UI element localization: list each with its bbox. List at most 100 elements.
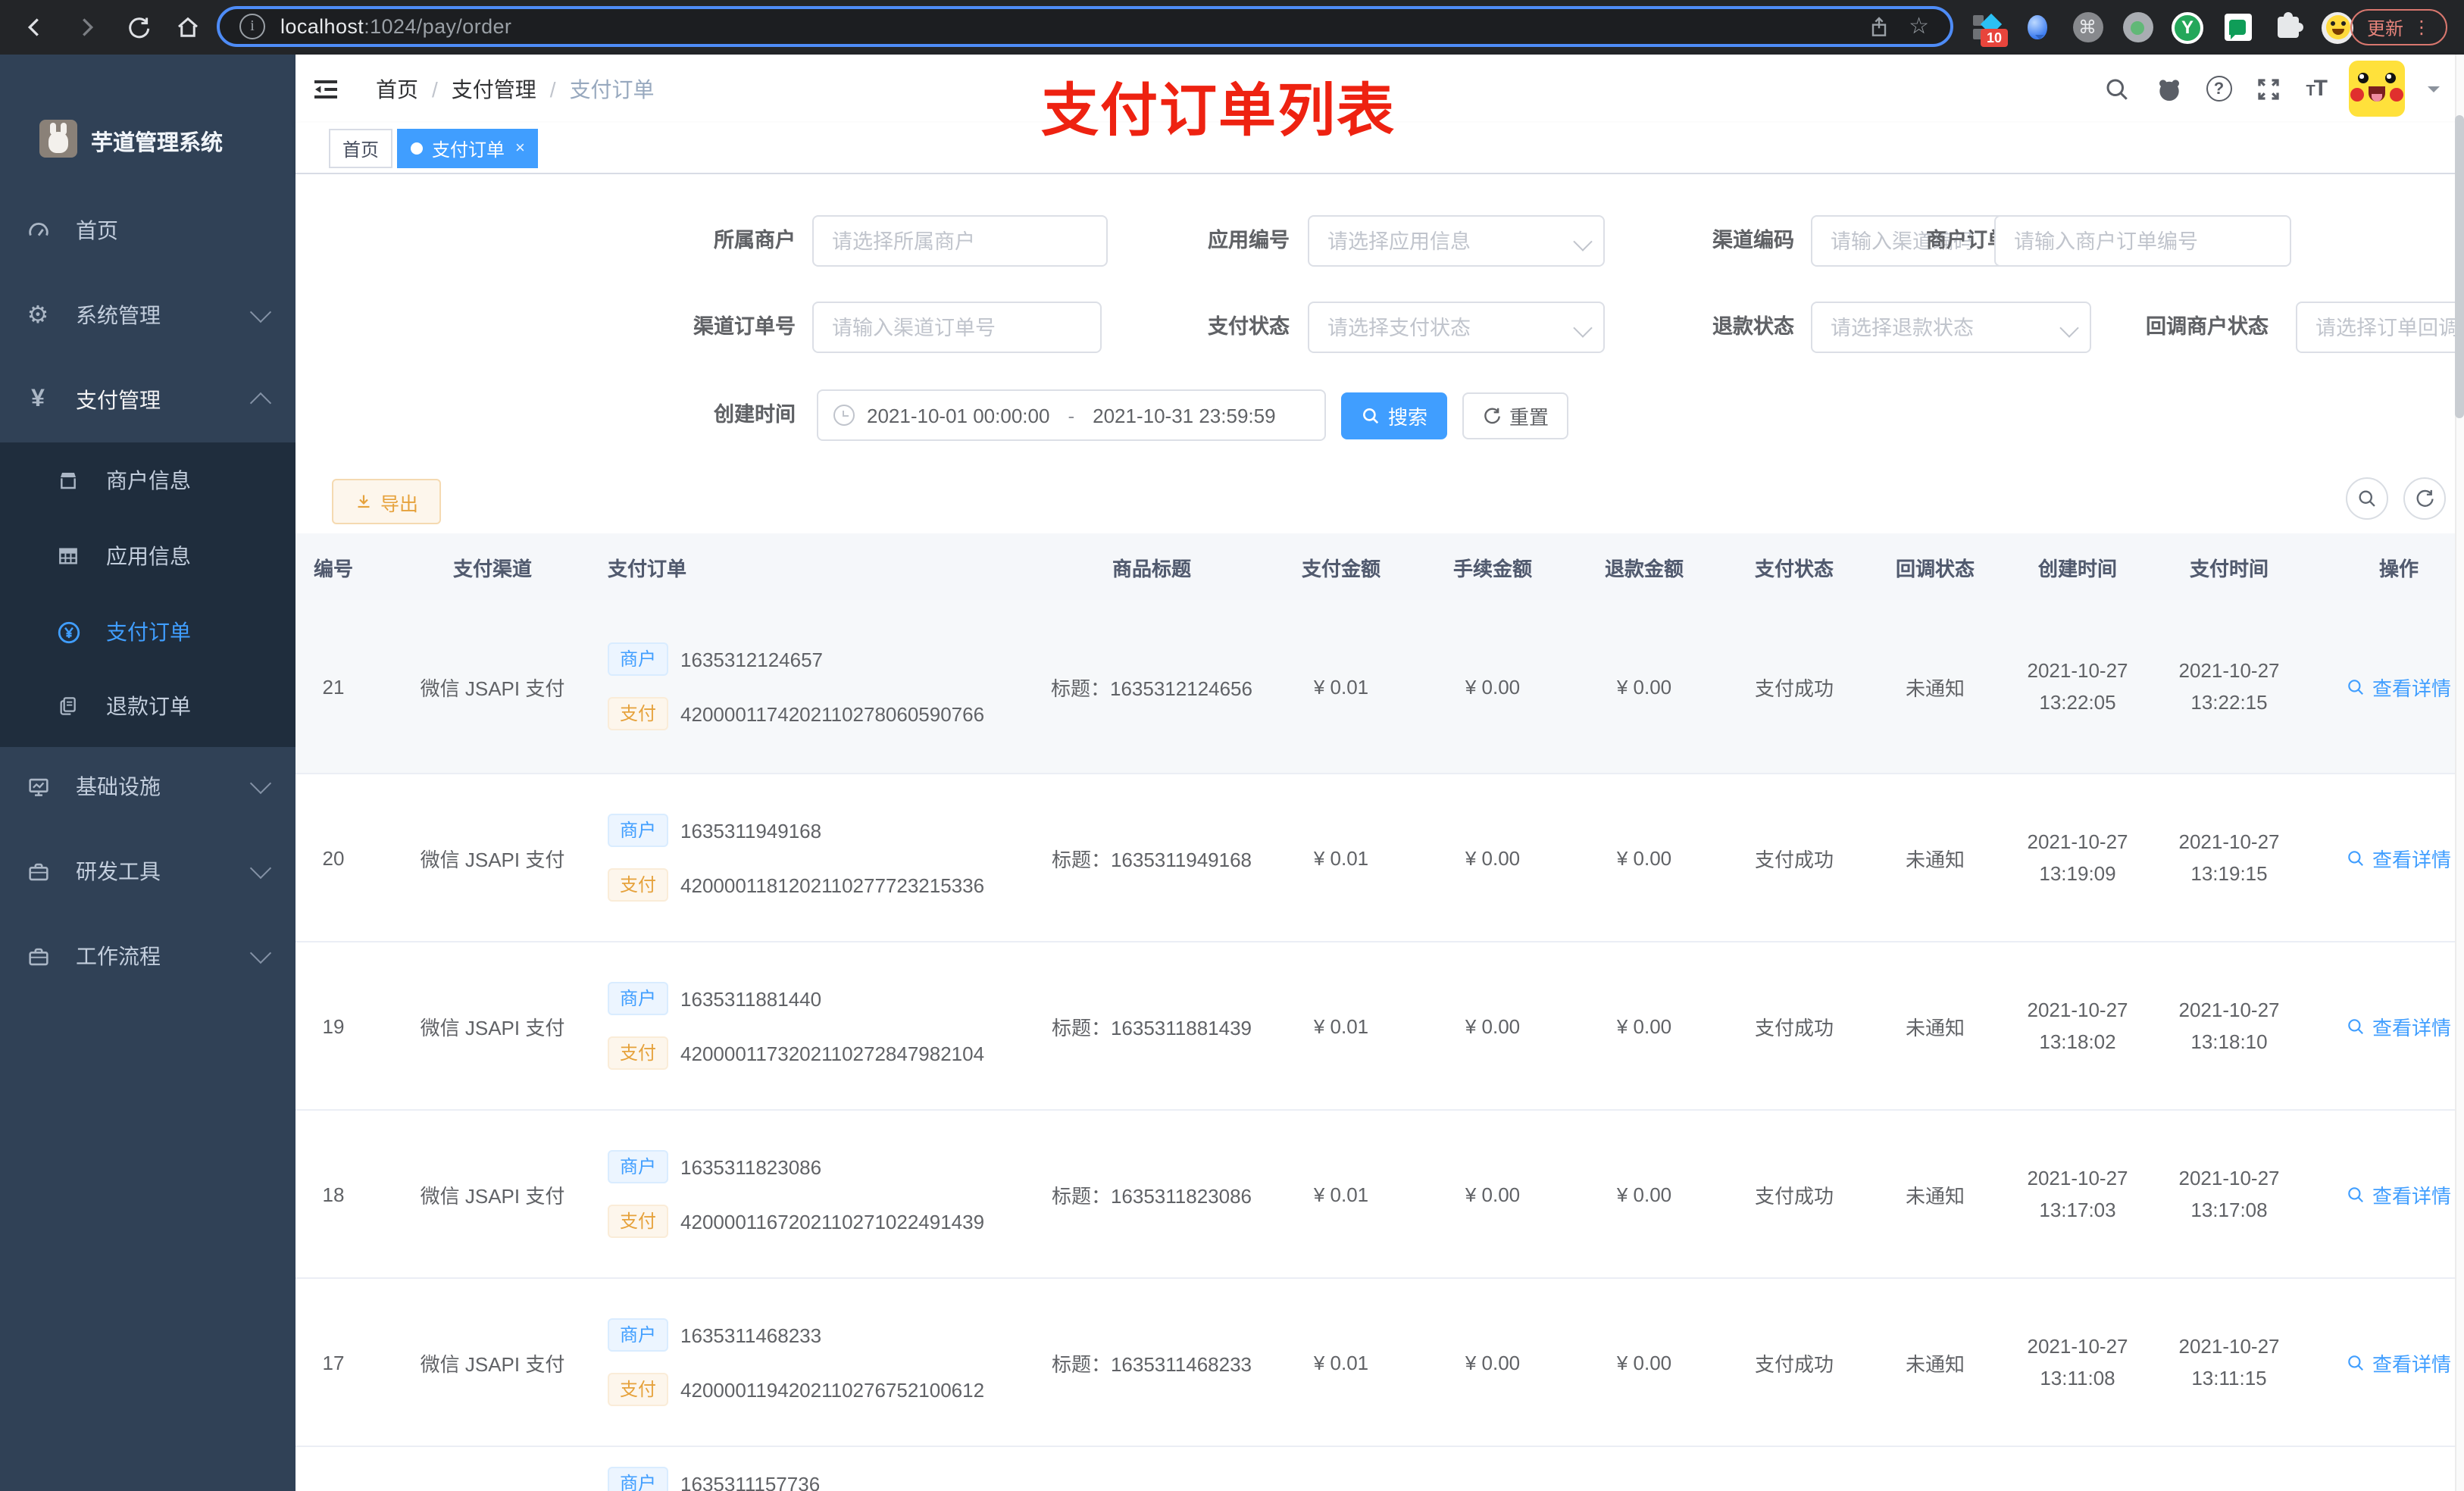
sidebar-item-merchant-info[interactable]: 商户信息 [0, 442, 295, 518]
created-time: 2021-10-27 13:22:05 [2027, 659, 2128, 714]
app-select[interactable] [1308, 215, 1605, 267]
fee-amount: ¥ 0.00 [1465, 1183, 1521, 1205]
notify-status: 未通知 [1905, 848, 1965, 871]
browser-home-button[interactable] [165, 0, 211, 55]
search-button[interactable]: 搜索 [1341, 392, 1447, 439]
address-bar[interactable]: i localhost:1024/pay/order ☆ [217, 6, 1953, 47]
notify-status-select[interactable] [2296, 302, 2464, 353]
table-header: 编号 支付渠道 支付订单 商品标题 支付金额 手续金额 退款金额 支付状态 回调… [295, 533, 2464, 600]
view-detail-link[interactable]: 查看详情 [2347, 672, 2451, 701]
reset-button[interactable]: 重置 [1462, 392, 1568, 439]
help-icon[interactable]: ? [2206, 76, 2232, 102]
extension-vpn-icon[interactable] [2022, 11, 2053, 43]
view-detail-link[interactable]: 查看详情 [2347, 1180, 2451, 1208]
created-date-range-input[interactable]: 2021-10-01 00:00:00 - 2021-10-31 23:59:5… [817, 389, 1326, 441]
user-avatar[interactable] [2349, 61, 2405, 117]
forward-icon [83, 18, 94, 36]
merchant-order-no-input[interactable] [1994, 215, 2291, 267]
order-id: 17 [322, 1351, 345, 1374]
refresh-table-button[interactable] [2403, 477, 2446, 520]
view-detail-link[interactable]: 查看详情 [2347, 843, 2451, 872]
browser-forward-button[interactable] [64, 0, 109, 55]
fullscreen-icon[interactable] [2254, 74, 2283, 103]
channel-pay-no: 4200001173202110272847982104 [680, 1042, 985, 1064]
reset-refresh-icon [1484, 408, 1500, 424]
export-button[interactable]: 导出 [332, 479, 441, 524]
pay-tag: 支付 [608, 868, 669, 902]
sidebar-item-app-info[interactable]: 应用信息 [0, 518, 295, 594]
browser-profile-avatar[interactable] [2322, 11, 2353, 43]
chevron-down-icon [249, 942, 272, 964]
browser-menu-icon[interactable]: ⋮ [2412, 18, 2431, 36]
tab-pay-order[interactable]: 支付订单 × [397, 129, 539, 168]
sidebar-item-home[interactable]: 首页 [0, 192, 295, 268]
breadcrumb: 首页 / 支付管理 / 支付订单 [376, 55, 655, 123]
column-header-no: 编号 [313, 557, 353, 580]
header-search-icon[interactable] [2103, 74, 2131, 103]
breadcrumb-home[interactable]: 首页 [376, 73, 418, 104]
channel-pay-no: 4200001181202110277723215336 [680, 874, 985, 896]
browser-update-button[interactable]: 更新 ⋮ [2350, 9, 2447, 45]
view-detail-link[interactable]: 查看详情 [2347, 1011, 2451, 1040]
column-header-paid: 支付时间 [2189, 557, 2269, 580]
tab-close-icon[interactable]: × [515, 139, 525, 158]
site-info-icon[interactable]: i [239, 14, 265, 39]
sidebar: 芋道管理系统 首页 ⚙ 系统管理 ¥ 支付管理 商户信息 应用信息 支付订单 退… [0, 55, 295, 1491]
order-id: 18 [322, 1183, 345, 1205]
shop-icon [55, 467, 82, 494]
pay-tag: 支付 [608, 697, 669, 730]
extension-recorder-icon[interactable] [2122, 11, 2153, 43]
toggle-search-button[interactable] [2346, 477, 2388, 520]
briefcase-icon [24, 942, 52, 970]
gear-icon: ⚙ [27, 303, 49, 329]
notify-status: 未通知 [1905, 1184, 1965, 1207]
bookmark-star-icon[interactable]: ☆ [1909, 15, 1929, 38]
sidebar-item-payment[interactable]: ¥ 支付管理 [0, 362, 295, 438]
table-row: 17 微信 JSAPI 支付 商户 1635311468233 支付 42000… [295, 1279, 2464, 1447]
pay-status: 支付成功 [1754, 848, 1834, 871]
sidebar-item-dev-tools[interactable]: 研发工具 [0, 833, 295, 909]
sidebar-item-pay-order[interactable]: 支付订单 [0, 594, 295, 670]
refund-status-select[interactable] [1811, 302, 2091, 353]
date-end: 2021-10-31 23:59:59 [1093, 404, 1276, 427]
breadcrumb-pay-manage[interactable]: 支付管理 [452, 73, 536, 104]
view-detail-link[interactable]: 查看详情 [2347, 1348, 2451, 1377]
main-content: 所属商户 应用编号 渠道编码 商户订单编号 渠道订单号 支付状态 退款状态 [295, 174, 2464, 1491]
merchant-order-no: 1635311881440 [680, 987, 822, 1010]
merchant-select[interactable] [812, 215, 1108, 267]
github-icon[interactable] [2154, 74, 2183, 103]
browser-refresh-button[interactable] [115, 0, 161, 55]
created-time: 2021-10-27 13:19:09 [2027, 830, 2128, 885]
filter-label-app: 应用编号 [1208, 229, 1290, 252]
filter-label-channel-code: 渠道编码 [1712, 229, 1794, 252]
extension-chat-icon[interactable] [2222, 11, 2253, 43]
sidebar-item-system[interactable]: ⚙ 系统管理 [0, 277, 295, 353]
pay-status-select[interactable] [1308, 302, 1605, 353]
sidebar-item-workflow[interactable]: 工作流程 [0, 918, 295, 994]
dashboard-icon [24, 217, 52, 244]
merchant-tag: 商户 [608, 1467, 669, 1491]
tab-home[interactable]: 首页 [329, 129, 393, 168]
extension-command-icon[interactable]: ⌘ [2072, 11, 2103, 43]
channel-order-no-input[interactable] [812, 302, 1102, 353]
yen-circle-icon [55, 618, 82, 645]
search-icon [1363, 408, 1379, 424]
active-tab-dot [411, 142, 423, 155]
sidebar-item-refund-order[interactable]: 退款订单 [0, 668, 295, 744]
page-scrollbar[interactable] [2455, 55, 2464, 1491]
browser-back-button[interactable] [12, 0, 58, 55]
extensions-puzzle-icon[interactable] [2272, 11, 2303, 43]
sidebar-collapse-button[interactable] [311, 74, 341, 105]
extension-y-icon[interactable]: Y [2172, 11, 2203, 43]
refund-amount: ¥ 0.00 [1616, 1014, 1672, 1037]
avatar-dropdown-caret[interactable] [2428, 86, 2440, 98]
paid-time: 2021-10-27 13:11:15 [2178, 1335, 2280, 1389]
table-row: 18 微信 JSAPI 支付 商户 1635311823086 支付 42000… [295, 1111, 2464, 1279]
share-icon[interactable] [1866, 14, 1890, 39]
merchant-order-no: 1635312124657 [680, 648, 824, 670]
extension-tabs-icon[interactable]: 10 [1972, 11, 2008, 46]
font-size-icon[interactable]: TT [2306, 76, 2328, 102]
scrollbar-thumb[interactable] [2455, 115, 2464, 418]
sidebar-item-infra[interactable]: 基础设施 [0, 749, 295, 824]
home-icon [178, 17, 198, 37]
